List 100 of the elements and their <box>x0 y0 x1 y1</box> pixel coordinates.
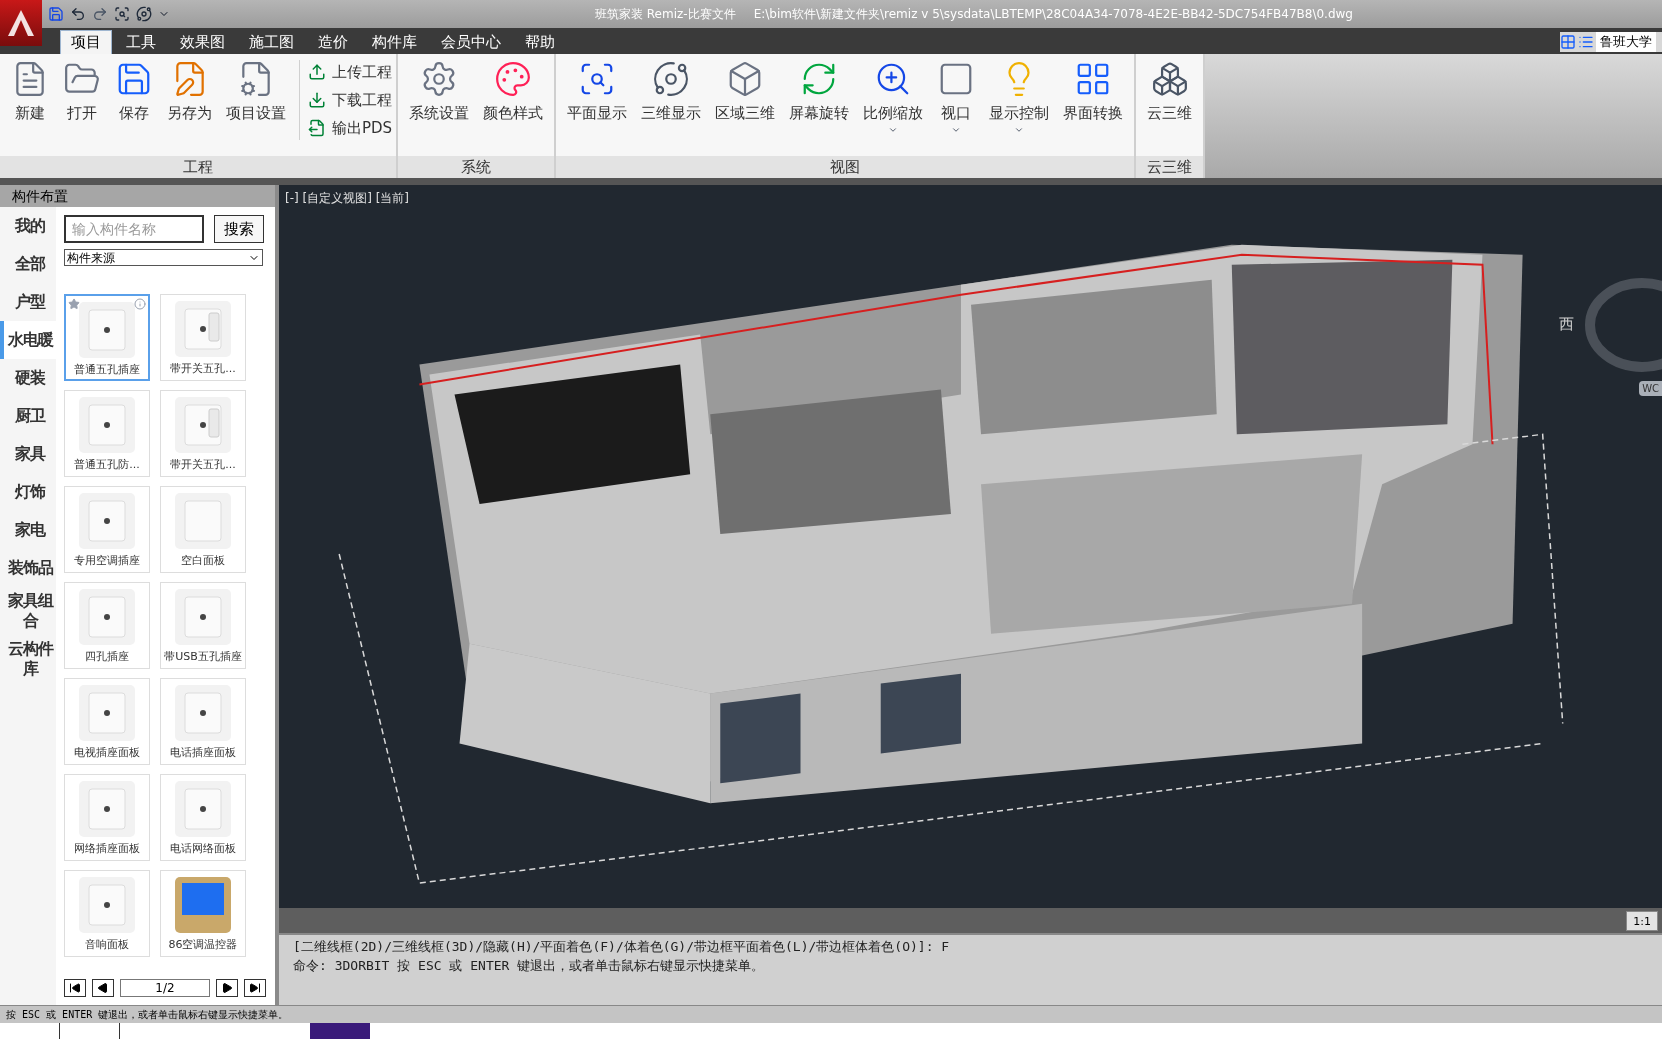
category-tab[interactable]: 家具 <box>0 435 56 473</box>
ribbon-small-button[interactable]: 输出PDS <box>308 116 393 140</box>
component-card[interactable]: 专用空调插座 <box>64 486 150 573</box>
ribbon-tab[interactable]: 项目 <box>60 30 112 54</box>
first-icon <box>69 982 81 994</box>
component-card[interactable]: 音响面板 <box>64 870 150 957</box>
category-tab[interactable]: 全部 <box>0 245 56 283</box>
ribbon-button[interactable]: 云三维 <box>1140 60 1200 125</box>
save-icon[interactable] <box>48 6 64 22</box>
right-triangle-icon <box>221 982 233 994</box>
category-tab[interactable]: 灯饰 <box>0 473 56 511</box>
command-line: 命令: 3DORBIT 按 ESC 或 ENTER 键退出，或者单击鼠标右键显示快捷菜单。 <box>293 957 766 975</box>
ribbon-tab[interactable]: 构件库 <box>362 30 427 54</box>
ribbon-button[interactable]: 系统设置 <box>402 60 477 125</box>
grid-view-icon[interactable] <box>1560 34 1576 50</box>
ribbon-tab[interactable]: 帮助 <box>515 30 565 54</box>
ribbon-tab[interactable]: 施工图 <box>239 30 304 54</box>
download-icon <box>308 91 326 109</box>
ribbon-tab[interactable]: 会员中心 <box>431 30 511 54</box>
ribbon-tab[interactable]: 造价 <box>308 30 358 54</box>
component-label: 普通五孔防... <box>74 457 140 473</box>
ribbon-small-button[interactable]: 下载工程 <box>308 88 393 112</box>
orbit-icon[interactable] <box>136 6 152 22</box>
component-label: 四孔插座 <box>85 649 129 665</box>
ribbon-button[interactable]: 颜色样式 <box>476 60 551 125</box>
component-card[interactable]: 带USB五孔插座 <box>160 582 246 669</box>
previous-page-button[interactable] <box>92 979 114 997</box>
component-card[interactable]: 86空调温控器 <box>160 870 246 957</box>
ribbon-button[interactable]: 显示控制 <box>982 60 1057 135</box>
component-card[interactable]: 空白面板 <box>160 486 246 573</box>
ribbon-button[interactable]: 比例缩放 <box>856 60 931 135</box>
component-card[interactable]: 电视插座面板 <box>64 678 150 765</box>
last-page-button[interactable] <box>244 979 266 997</box>
search-field[interactable]: 输入构件名称 <box>64 215 204 243</box>
redo-icon[interactable] <box>92 6 108 22</box>
category-tab[interactable]: 装饰品 <box>0 549 56 587</box>
component-label: 带开关五孔... <box>170 457 236 473</box>
app-logo-icon[interactable] <box>0 0 42 46</box>
component-label: 带开关五孔... <box>170 361 236 377</box>
category-tab[interactable]: 水电暖 <box>0 321 56 359</box>
export-icon <box>308 119 326 137</box>
ribbon-button[interactable]: 视口 <box>930 60 983 135</box>
ribbon-button[interactable]: 界面转换 <box>1056 60 1131 125</box>
ribbon-button[interactable]: 三维显示 <box>634 60 709 125</box>
component-card[interactable]: 带开关五孔... <box>160 390 246 477</box>
group-title: 云三维 <box>1136 156 1204 178</box>
component-label: 空白面板 <box>181 553 225 569</box>
upload-icon <box>308 63 326 81</box>
ribbon-button[interactable]: 区域三维 <box>708 60 783 125</box>
zoom-frame-icon[interactable] <box>114 6 130 22</box>
ribbon-button[interactable]: 另存为 <box>160 60 219 125</box>
left-triangle-icon <box>97 982 109 994</box>
category-tab[interactable]: 家具组合 <box>0 587 56 635</box>
page-indicator: 1/2 <box>120 979 210 997</box>
component-card[interactable]: 四孔插座 <box>64 582 150 669</box>
viewport[interactable]: [-] [自定义视图] [当前] 西 WC <box>279 185 1662 908</box>
scale-button[interactable]: 1:1 <box>1626 910 1658 931</box>
component-label: 专用空调插座 <box>74 553 140 569</box>
app-title: 班筑家装 Remiz-比赛文件 <box>595 6 736 23</box>
component-card[interactable]: 普通五孔插座 <box>64 294 150 381</box>
last-icon <box>249 982 261 994</box>
component-card[interactable]: 普通五孔防... <box>64 390 150 477</box>
undo-icon[interactable] <box>70 6 86 22</box>
university-link[interactable]: 鲁班大学 <box>1596 32 1656 52</box>
ribbon-tab[interactable]: 工具 <box>116 30 166 54</box>
palette-icon <box>494 60 533 98</box>
ribbon-button[interactable]: 平面显示 <box>560 60 635 125</box>
wcs-label[interactable]: WC <box>1639 381 1662 396</box>
component-card[interactable]: 电话插座面板 <box>160 678 246 765</box>
category-tab[interactable]: 硬装 <box>0 359 56 397</box>
status-text: 按 ESC 或 ENTER 键退出，或者单击鼠标右键显示快捷菜单。 <box>6 1008 289 1022</box>
category-tab[interactable]: 户型 <box>0 283 56 321</box>
list-view-icon[interactable] <box>1578 34 1594 50</box>
component-card[interactable]: 网络插座面板 <box>64 774 150 861</box>
ribbon-button[interactable]: 屏幕旋转 <box>782 60 857 125</box>
search-button[interactable]: 搜索 <box>214 215 264 243</box>
category-tab[interactable]: 我的 <box>0 207 56 245</box>
first-page-button[interactable] <box>64 979 86 997</box>
category-tab[interactable]: 家电 <box>0 511 56 549</box>
component-label: 音响面板 <box>85 937 129 953</box>
component-label: 普通五孔插座 <box>74 362 140 378</box>
component-label: 电视插座面板 <box>74 745 140 761</box>
next-page-button[interactable] <box>216 979 238 997</box>
view-label[interactable]: [-] [自定义视图] [当前] <box>285 189 410 207</box>
ribbon-button[interactable]: 保存 <box>108 60 160 125</box>
source-select[interactable]: 构件来源 <box>64 249 263 266</box>
ribbon-button[interactable]: 新建 <box>4 60 56 125</box>
ribbon-button[interactable]: 打开 <box>56 60 108 125</box>
component-label: 网络插座面板 <box>74 841 140 857</box>
category-tab[interactable]: 厨卫 <box>0 397 56 435</box>
component-card[interactable]: 电话网络面板 <box>160 774 246 861</box>
ribbon-small-button[interactable]: 上传工程 <box>308 60 393 84</box>
ribbon-tab[interactable]: 效果图 <box>170 30 235 54</box>
category-tab[interactable]: 云构件库 <box>0 635 56 683</box>
panel-title: 构件布置 <box>0 185 275 207</box>
status-indicator <box>310 1023 370 1039</box>
ribbon-button[interactable]: 项目设置 <box>219 60 293 125</box>
star-icon[interactable] <box>68 298 80 310</box>
command-line: [二维线框(2D)/三维线框(3D)/隐藏(H)/平面着色(F)/体着色(G)/带边框平面着色(L)/带边框体着色(O)]: F <box>293 938 951 956</box>
component-card[interactable]: 带开关五孔... <box>160 294 246 381</box>
